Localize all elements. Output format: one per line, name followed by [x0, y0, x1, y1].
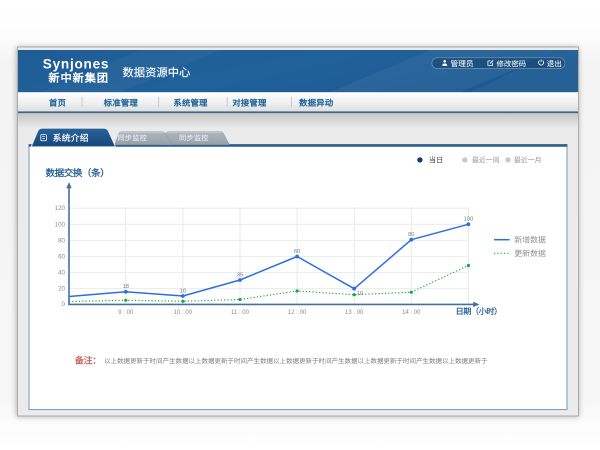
svg-text:35: 35 [237, 272, 243, 278]
svg-text:10: 10 [180, 288, 186, 294]
svg-text:60: 60 [58, 254, 65, 261]
svg-text:40: 40 [58, 270, 65, 277]
svg-text:13 : 00: 13 : 00 [345, 310, 364, 316]
svg-text:12 : 00: 12 : 00 [288, 310, 307, 316]
svg-text:80: 80 [408, 232, 414, 238]
svg-text:10: 10 [357, 291, 363, 297]
svg-text:11 : 00: 11 : 00 [231, 310, 250, 316]
svg-text:18: 18 [123, 284, 129, 290]
svg-text:10 : 00: 10 : 00 [174, 310, 193, 316]
svg-text:120: 120 [55, 205, 66, 212]
svg-text:20: 20 [58, 286, 65, 293]
svg-text:100: 100 [464, 217, 474, 223]
svg-text:0: 0 [62, 301, 66, 308]
svg-text:14 : 00: 14 : 00 [402, 310, 421, 316]
svg-text:100: 100 [55, 221, 66, 228]
svg-text:60: 60 [294, 249, 300, 255]
svg-text:9 : 00: 9 : 00 [118, 310, 134, 316]
svg-text:Synjones: Synjones [43, 56, 109, 71]
svg-text:80: 80 [58, 237, 65, 244]
